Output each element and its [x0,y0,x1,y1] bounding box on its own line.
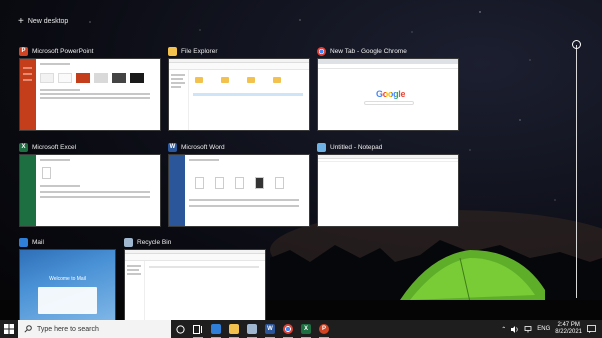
task-view-button[interactable] [189,320,207,338]
taskbar: Type here to search W X P ⌃ ENG 2:47 PM … [0,320,602,338]
timeline-knob[interactable] [572,40,581,49]
window-thumbnail [19,58,161,131]
taskbar-recycle[interactable] [243,320,261,338]
notepad-icon [317,142,326,152]
taskbar-word[interactable]: W [261,320,279,338]
new-desktop-label: New desktop [27,18,69,25]
folder-icon [229,324,239,334]
search-placeholder: Type here to search [37,325,99,333]
powerpoint-icon: P [19,46,28,56]
recycle-bin-icon [124,237,133,247]
task-view-icon [193,324,202,334]
new-desktop-button[interactable]: + New desktop [18,16,69,27]
window-file-explorer[interactable]: File Explorer [168,45,310,131]
window-title: Mail [32,238,44,246]
recycle-bin-icon [247,324,257,334]
mail-icon [19,237,28,247]
excel-icon: X [301,324,311,334]
window-title: File Explorer [181,47,218,55]
excel-icon: X [19,142,28,152]
window-excel[interactable]: X Microsoft Excel [19,141,161,227]
window-recycle-bin[interactable]: Recycle Bin [124,236,266,322]
clock-time: 2:47 PM [557,322,580,328]
cortana-button[interactable] [171,320,189,338]
system-tray: ⌃ ENG 2:47 PM 8/22/2021 [501,322,602,336]
clock-date: 8/22/2021 [555,329,582,335]
window-title: Microsoft PowerPoint [32,47,94,55]
cortana-icon [175,324,185,334]
window-title: Microsoft Word [181,143,225,151]
window-thumbnail: Google [317,58,459,131]
window-powerpoint[interactable]: P Microsoft PowerPoint [19,45,161,131]
window-title: Microsoft Excel [32,143,77,151]
plus-icon: + [18,16,24,27]
google-logo: Google [376,89,406,99]
window-title: New Tab - Google Chrome [330,47,407,55]
taskbar-mail[interactable] [207,320,225,338]
windows-icon [4,324,14,334]
folder-icon [168,46,177,56]
chrome-icon [283,324,293,334]
word-icon: W [168,142,177,152]
chevron-up-icon[interactable]: ⌃ [501,326,506,333]
taskbar-search-box[interactable]: Type here to search [18,320,171,338]
window-chrome[interactable]: New Tab - Google Chrome Google [317,45,459,131]
window-word[interactable]: W Microsoft Word [168,141,310,227]
window-thumbnail [124,249,266,322]
network-icon[interactable] [524,325,532,333]
chrome-icon [317,46,326,56]
taskbar-excel[interactable]: X [297,320,315,338]
window-title: Recycle Bin [137,238,172,246]
window-thumbnail: Welcome to Mail [19,249,116,322]
language-indicator[interactable]: ENG [537,326,550,332]
timeline-track[interactable] [576,45,577,298]
clock[interactable]: 2:47 PM 8/22/2021 [555,322,582,336]
window-mail[interactable]: Mail Welcome to Mail [19,236,116,322]
window-thumbnail [168,154,310,227]
taskbar-file-explorer[interactable] [225,320,243,338]
mail-icon [211,324,221,334]
word-icon: W [265,324,275,334]
start-button[interactable] [0,320,18,338]
taskbar-powerpoint[interactable]: P [315,320,333,338]
window-notepad[interactable]: Untitled - Notepad [317,141,459,227]
taskbar-chrome[interactable] [279,320,297,338]
powerpoint-icon: P [319,324,329,334]
window-thumbnail [19,154,161,227]
speaker-icon[interactable] [511,325,519,333]
window-thumbnail [168,58,310,131]
window-thumbnail [317,154,459,227]
search-icon [24,325,32,333]
notification-icon[interactable] [587,325,596,333]
window-title: Untitled - Notepad [330,143,383,151]
mail-welcome-text: Welcome to Mail [49,276,86,282]
